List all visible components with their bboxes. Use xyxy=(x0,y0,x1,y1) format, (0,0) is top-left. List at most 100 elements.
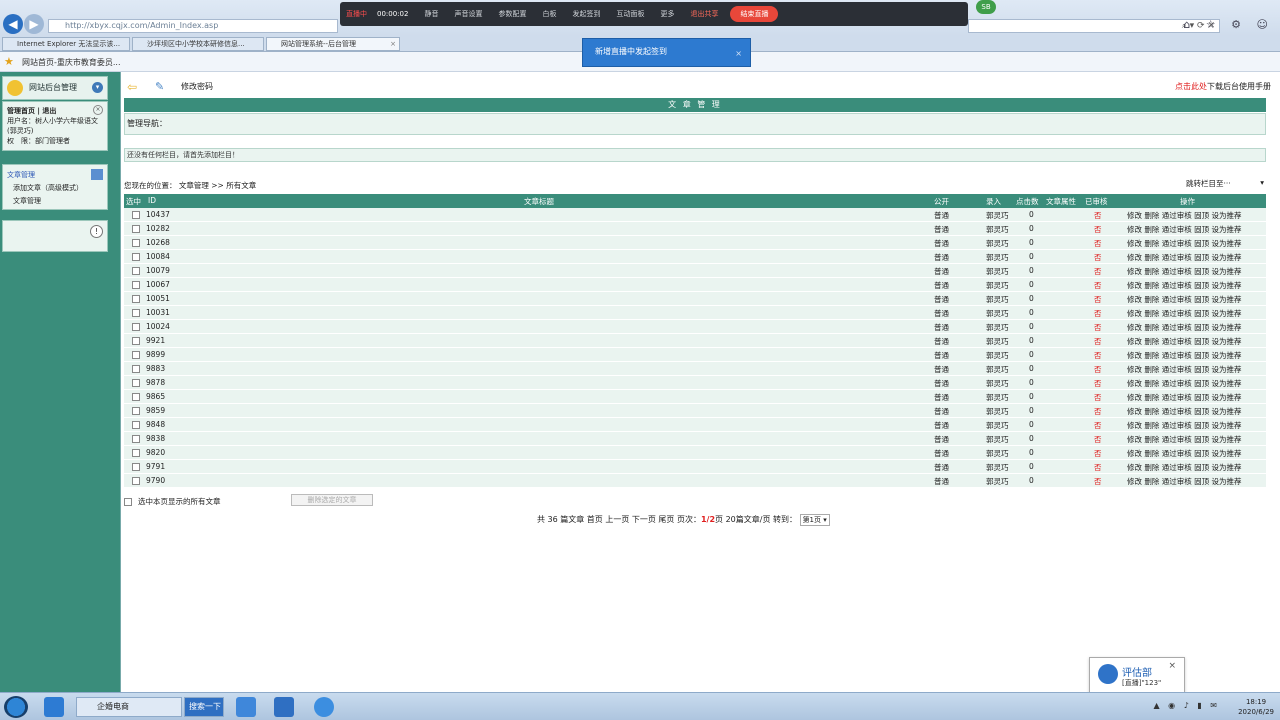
row-ops[interactable]: 修改 删除 通过审核 固顶 设为推荐 xyxy=(1127,448,1242,459)
close-icon[interactable]: × xyxy=(1168,661,1176,671)
search-refresh-controls[interactable]: ⌕ ▾ ⟳ ✕ xyxy=(968,19,1220,33)
row-entered[interactable]: 郭灵巧 xyxy=(986,210,1009,221)
row-checkbox[interactable] xyxy=(132,337,140,345)
row-checkbox[interactable] xyxy=(132,449,140,457)
meeting-item-sound[interactable]: 声音设置 xyxy=(454,9,482,19)
row-checkbox[interactable] xyxy=(132,477,140,485)
page-select[interactable]: 第1页 ▾ xyxy=(799,514,830,526)
sidebar-item-add-article[interactable]: 添加文章（高级模式） xyxy=(7,182,103,195)
start-button[interactable] xyxy=(4,696,28,718)
row-ops[interactable]: 修改 删除 通过审核 固顶 设为推荐 xyxy=(1127,378,1242,389)
end-live-button[interactable]: 结束直播 xyxy=(730,6,779,22)
meeting-item-interact[interactable]: 互动面板 xyxy=(616,9,644,19)
info-icon[interactable]: ! xyxy=(90,225,103,238)
manual-link[interactable]: 点击此处下载后台使用手册 xyxy=(1175,81,1271,92)
row-checkbox[interactable] xyxy=(132,351,140,359)
address-bar[interactable]: http://xbyx.cqjx.com/Admin_Index.asp xyxy=(48,19,338,33)
taskbar-ie-button[interactable]: 企婚电商 xyxy=(76,697,182,717)
forward-button[interactable]: ▶ xyxy=(24,14,44,34)
row-ops[interactable]: 修改 删除 通过审核 固顶 设为推荐 xyxy=(1127,266,1242,277)
row-entered[interactable]: 郭灵巧 xyxy=(986,392,1009,403)
close-icon[interactable]: × xyxy=(735,41,742,67)
row-checkbox[interactable] xyxy=(132,225,140,233)
back-arrow-icon[interactable]: ⇦ xyxy=(127,80,137,94)
star-icon[interactable]: ★ xyxy=(4,55,14,68)
row-entered[interactable]: 郭灵巧 xyxy=(986,238,1009,249)
jump-column-select[interactable]: 跳转栏目至··· ▾ xyxy=(1186,178,1266,190)
row-ops[interactable]: 修改 删除 通过审核 固顶 设为推荐 xyxy=(1127,308,1242,319)
row-checkbox[interactable] xyxy=(132,407,140,415)
row-entered[interactable]: 郭灵巧 xyxy=(986,280,1009,291)
row-ops[interactable]: 修改 删除 通过审核 固顶 设为推荐 xyxy=(1127,462,1242,473)
row-checkbox[interactable] xyxy=(132,435,140,443)
row-entered[interactable]: 郭灵巧 xyxy=(986,420,1009,431)
row-checkbox[interactable] xyxy=(132,379,140,387)
row-checkbox[interactable] xyxy=(132,295,140,303)
chevron-down-icon[interactable]: ▾ xyxy=(92,82,103,93)
row-checkbox[interactable] xyxy=(132,253,140,261)
row-entered[interactable]: 郭灵巧 xyxy=(986,406,1009,417)
row-ops[interactable]: 修改 删除 通过审核 固顶 设为推荐 xyxy=(1127,420,1242,431)
row-ops[interactable]: 修改 删除 通过审核 固顶 设为推荐 xyxy=(1127,210,1242,221)
exit-share-button[interactable]: 退出共享 xyxy=(690,9,718,19)
row-ops[interactable]: 修改 删除 通过审核 固顶 设为推荐 xyxy=(1127,280,1242,291)
meeting-item-mute[interactable]: 静音 xyxy=(424,9,438,19)
row-ops[interactable]: 修改 删除 通过审核 固顶 设为推荐 xyxy=(1127,252,1242,263)
close-icon[interactable]: × xyxy=(93,105,103,115)
row-ops[interactable]: 修改 删除 通过审核 固顶 设为推荐 xyxy=(1127,294,1242,305)
row-checkbox[interactable] xyxy=(132,421,140,429)
meeting-item-signin[interactable]: 发起签到 xyxy=(572,9,600,19)
favorite-link[interactable]: 网站首页-重庆市教育委员... xyxy=(22,57,121,68)
tab-shapingba[interactable]: 沙坪坝区中小学校本研修信息... xyxy=(132,37,264,51)
row-checkbox[interactable] xyxy=(132,463,140,471)
row-checkbox[interactable] xyxy=(132,267,140,275)
row-ops[interactable]: 修改 删除 通过审核 固顶 设为推荐 xyxy=(1127,364,1242,375)
row-entered[interactable]: 郭灵巧 xyxy=(986,378,1009,389)
row-entered[interactable]: 郭灵巧 xyxy=(986,434,1009,445)
sidebar-item-article-manage[interactable]: 文章管理 xyxy=(7,195,103,208)
row-ops[interactable]: 修改 删除 通过审核 固顶 设为推荐 xyxy=(1127,224,1242,235)
close-icon[interactable]: × xyxy=(390,38,396,50)
row-checkbox[interactable] xyxy=(132,323,140,331)
row-ops[interactable]: 修改 删除 通过审核 固顶 设为推荐 xyxy=(1127,406,1242,417)
camera-app-icon[interactable] xyxy=(274,697,294,717)
ie-icon[interactable] xyxy=(314,697,334,717)
row-checkbox[interactable] xyxy=(132,393,140,401)
delete-selected-button[interactable]: 删除选定的文章 xyxy=(291,494,373,506)
app-icon[interactable] xyxy=(44,697,64,717)
row-checkbox[interactable] xyxy=(132,365,140,373)
back-button[interactable]: ◀ xyxy=(3,14,23,34)
manual-click-here[interactable]: 点击此处 xyxy=(1175,82,1207,91)
row-ops[interactable]: 修改 删除 通过审核 固顶 设为推荐 xyxy=(1127,322,1242,333)
account-links[interactable]: 管理首页 | 退出 xyxy=(7,107,56,115)
row-entered[interactable]: 郭灵巧 xyxy=(986,308,1009,319)
notification-popup[interactable]: 评估部 [直播]"123" × xyxy=(1089,657,1185,693)
meeting-item-whiteboard[interactable]: 白板 xyxy=(542,9,556,19)
row-entered[interactable]: 郭灵巧 xyxy=(986,462,1009,473)
row-checkbox[interactable] xyxy=(132,211,140,219)
select-all[interactable]: 选中本页显示的所有文章 xyxy=(124,496,221,507)
row-ops[interactable]: 修改 删除 通过审核 固顶 设为推荐 xyxy=(1127,392,1242,403)
row-ops[interactable]: 修改 删除 通过审核 固顶 设为推荐 xyxy=(1127,350,1242,361)
taskbar-search[interactable]: 搜索一下 xyxy=(184,697,224,717)
pager-prefix[interactable]: 共 36 篇文章 首页 上一页 下一页 尾页 页次： xyxy=(537,515,701,524)
home-favorites-settings-icons[interactable]: ⌂ ☆ ⚙ ☺ xyxy=(1183,18,1274,31)
row-checkbox[interactable] xyxy=(132,309,140,317)
row-entered[interactable]: 郭灵巧 xyxy=(986,266,1009,277)
tab-ie-error[interactable]: Internet Explorer 无法显示该... xyxy=(2,37,130,51)
avatar[interactable]: SB xyxy=(976,0,996,14)
row-entered[interactable]: 郭灵巧 xyxy=(986,476,1009,487)
row-ops[interactable]: 修改 删除 通过审核 固顶 设为推荐 xyxy=(1127,434,1242,445)
meeting-item-params[interactable]: 参数配置 xyxy=(498,9,526,19)
change-password-link[interactable]: 修改密码 xyxy=(181,81,213,92)
row-ops[interactable]: 修改 删除 通过审核 固顶 设为推荐 xyxy=(1127,476,1242,487)
menu-title[interactable]: 文章管理 xyxy=(7,169,103,182)
row-entered[interactable]: 郭灵巧 xyxy=(986,252,1009,263)
row-entered[interactable]: 郭灵巧 xyxy=(986,336,1009,347)
row-entered[interactable]: 郭灵巧 xyxy=(986,364,1009,375)
system-tray[interactable]: ▲ ◉ ♪ ▮ ✉ xyxy=(1153,701,1220,710)
meeting-item-more[interactable]: 更多 xyxy=(660,9,674,19)
row-entered[interactable]: 郭灵巧 xyxy=(986,294,1009,305)
row-entered[interactable]: 郭灵巧 xyxy=(986,224,1009,235)
select-all-checkbox[interactable] xyxy=(124,498,132,506)
